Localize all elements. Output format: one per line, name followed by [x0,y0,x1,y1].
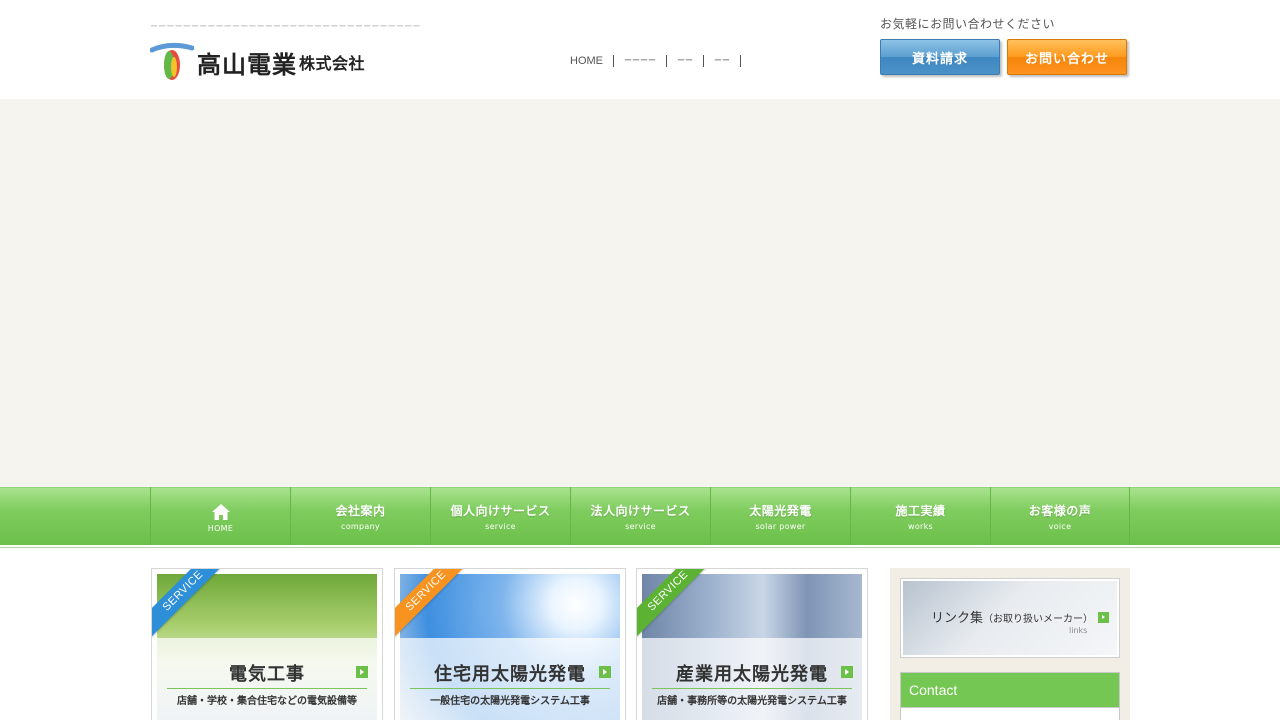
service-card-electrical[interactable]: 電気工事 店舗・学校・集合住宅などの電気設備等 SERVICE [151,568,383,720]
contact-panel [900,708,1120,720]
service-card-rule [652,688,852,689]
service-card-residential-solar[interactable]: 住宅用太陽光発電 一般住宅の太陽光発電システム工事 SERVICE [394,568,626,720]
gnav-personal-service-label: 個人向けサービス [450,503,551,518]
links-label: リンク集（お取り扱いメーカー） [931,607,1093,626]
gnav-company-sub: company [341,521,380,531]
site-logo[interactable]: 高山電業 株式会社 [149,41,380,83]
service-card-title: 電気工事 [229,664,305,685]
gnav-corporate-service-label: 法人向けサービス [590,503,691,518]
global-nav: HOME 会社案内 company 個人向けサービス service 法人向けサ… [150,487,1130,545]
gnav-voice[interactable]: お客様の声 voice [990,487,1130,545]
service-card-caption: 住宅用太陽光発電 一般住宅の太陽光発電システム工事 [400,638,620,720]
gnav-voice-sub: voice [1048,521,1072,531]
contact-heading: Contact [900,672,1120,708]
links-label-paren: （お取り扱いメーカー） [983,614,1094,625]
gnav-works[interactable]: 施工実績 works [850,487,990,545]
arrow-right-icon [841,666,853,678]
service-card-caption: 産業用太陽光発電 店舗・事務所等の太陽光発電システム工事 [642,638,862,720]
arrow-right-icon [356,666,368,678]
hero-banner [0,99,1280,487]
gnav-home[interactable]: HOME [150,487,290,545]
topnav-item-3[interactable]: ーー [667,55,704,67]
gnav-home-sub: HOME [207,524,234,533]
request-docs-button[interactable]: 資料請求 [880,39,1000,75]
arrow-right-icon [599,666,611,678]
site-header: ーーーーーーーーーーーーーーーーーーーーーーーーーーーーーーーーー 高山電業 株… [0,0,1280,99]
gnav-solar-power-label: 太陽光発電 [749,503,812,518]
contact-note: お気軽にお問い合わせください [880,17,1056,31]
gnav-solar-power[interactable]: 太陽光発電 solar power [710,487,850,545]
service-card-subtitle: 店舗・学校・集合住宅などの電気設備等 [177,696,357,707]
topnav-item-2[interactable]: ーーーー [614,55,667,67]
gnav-voice-label: お客様の声 [1028,503,1092,518]
company-name: 高山電業 [197,50,297,79]
sidebar: リンク集（お取り扱いメーカー） links Contact [890,568,1130,720]
service-card-rule [410,688,610,689]
service-card-rule [167,688,367,689]
logo-mark-icon [149,42,195,82]
company-suffix: 株式会社 [299,54,366,73]
gnav-company[interactable]: 会社案内 company [290,487,430,545]
links-banner[interactable]: リンク集（お取り扱いメーカー） links [900,578,1120,658]
service-card-subtitle: 店舗・事務所等の太陽光発電システム工事 [657,696,847,707]
gnav-personal-service-sub: service [485,521,516,531]
topnav-home[interactable]: HOME [570,55,614,67]
gnav-personal-service[interactable]: 個人向けサービス service [430,487,570,545]
links-label-main: リンク集 [931,611,984,626]
gnav-solar-power-sub: solar power [755,521,806,531]
page: ーーーーーーーーーーーーーーーーーーーーーーーーーーーーーーーーー 高山電業 株… [0,0,1280,720]
gnav-works-label: 施工実績 [895,503,946,518]
home-icon [211,503,231,521]
links-label-en: links [1069,626,1088,635]
inquiry-button[interactable]: お問い合わせ [1007,39,1127,75]
top-nav: HOME ーーーー ーー ーー [570,55,741,67]
service-card-subtitle: 一般住宅の太陽光発電システム工事 [430,696,590,707]
service-card-title: 産業用太陽光発電 [676,664,828,685]
service-card-caption: 電気工事 店舗・学校・集合住宅などの電気設備等 [157,638,377,720]
site-tagline: ーーーーーーーーーーーーーーーーーーーーーーーーーーーーーーーーー [150,22,421,31]
service-card-industrial-solar[interactable]: 産業用太陽光発電 店舗・事務所等の太陽光発電システム工事 SERVICE [636,568,868,720]
gnav-corporate-service-sub: service [625,521,656,531]
service-card-title: 住宅用太陽光発電 [434,664,586,685]
gnav-corporate-service[interactable]: 法人向けサービス service [570,487,710,545]
global-nav-divider [0,545,1280,548]
gnav-works-sub: works [907,521,934,531]
gnav-company-label: 会社案内 [335,503,386,518]
topnav-item-4[interactable]: ーー [704,55,741,67]
arrow-right-icon [1098,612,1109,623]
